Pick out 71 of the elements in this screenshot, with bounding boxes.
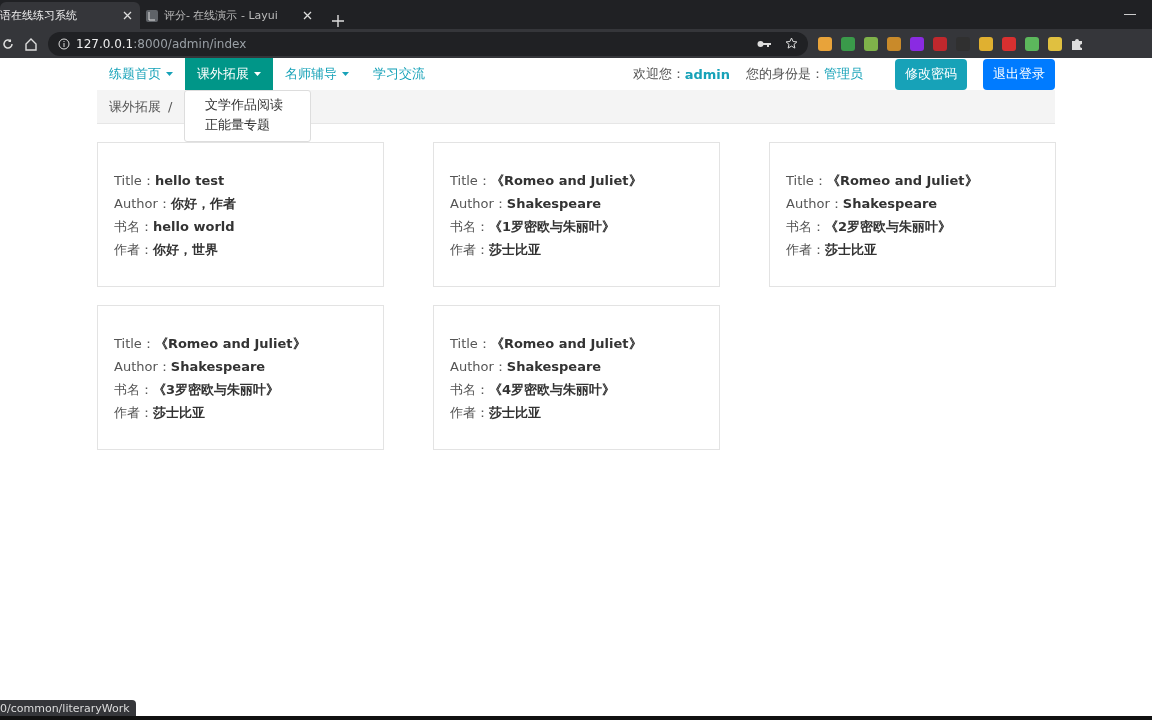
info-icon [58, 37, 70, 50]
extension-icon[interactable] [887, 36, 901, 51]
field-value: 莎士比亚 [489, 404, 541, 421]
field-value: Shakespeare [506, 195, 602, 212]
field-label: 书名： [450, 218, 489, 235]
field-label: 作者： [114, 404, 153, 421]
field-value: 《Romeo and Juliet》 [490, 172, 642, 189]
home-icon[interactable] [24, 36, 38, 51]
close-icon[interactable] [123, 11, 132, 20]
user-name: admin [684, 66, 730, 82]
menu-item[interactable]: 文学作品阅读 [205, 96, 310, 114]
field-value: 《Romeo and Juliet》 [826, 172, 978, 189]
field-label: 作者： [450, 241, 489, 258]
field-value: 莎士比亚 [825, 241, 877, 258]
field-value: 莎士比亚 [489, 241, 541, 258]
field-value: Shakespeare [170, 358, 266, 375]
field-label: Title： [450, 335, 491, 352]
field-value: 《Romeo and Juliet》 [154, 335, 306, 352]
field-label: 书名： [114, 218, 153, 235]
field-value: Shakespeare [506, 358, 602, 375]
breadcrumb-item[interactable]: 课外拓展 [109, 97, 161, 116]
field-label: Author： [450, 358, 507, 375]
extension-icon[interactable] [1048, 36, 1062, 51]
extension-icon[interactable] [864, 36, 878, 51]
field-value: 《Romeo and Juliet》 [490, 335, 642, 352]
field-label: Author： [114, 358, 171, 375]
puzzle-icon[interactable] [1071, 37, 1084, 50]
field-label: 书名： [786, 218, 825, 235]
extension-icon[interactable] [818, 36, 832, 51]
field-label: Author： [114, 195, 171, 212]
field-value: hello world [153, 218, 235, 235]
extension-icon[interactable] [1025, 36, 1039, 51]
field-value: 莎士比亚 [153, 404, 205, 421]
browser-tab[interactable]: 语在线练习系统 [0, 2, 140, 29]
welcome-label: 欢迎您： [632, 65, 685, 83]
field-value: hello test [154, 172, 225, 189]
field-value: 《2罗密欧与朱丽叶》 [825, 218, 952, 235]
star-icon[interactable] [785, 37, 798, 50]
field-value: 你好，世界 [153, 241, 218, 258]
field-label: 书名： [450, 381, 489, 398]
field-label: 作者： [786, 241, 825, 258]
field-label: Title： [786, 172, 827, 189]
logout-button[interactable]: 退出登录 [983, 58, 1055, 90]
nav-item[interactable]: 课外拓展 [185, 58, 273, 90]
browser-tab[interactable]: 评分- 在线演示 - Layui [140, 2, 320, 29]
extension-icon[interactable] [979, 36, 993, 51]
close-icon[interactable] [303, 11, 312, 20]
field-value: 《3罗密欧与朱丽叶》 [153, 381, 280, 398]
key-icon[interactable] [757, 38, 771, 49]
field-label: 作者： [450, 404, 489, 421]
field-label: Author： [450, 195, 507, 212]
reload-icon[interactable] [2, 37, 14, 50]
extension-icon[interactable] [841, 36, 855, 51]
field-label: Title： [114, 335, 155, 352]
field-label: Title： [114, 172, 155, 189]
role-name: 管理员 [824, 65, 863, 83]
role-label: 您的身份是： [746, 65, 824, 83]
page-icon [146, 9, 158, 22]
breadcrumb-separator: / [168, 99, 173, 114]
field-value: Shakespeare [842, 195, 938, 212]
new-tab-icon[interactable] [332, 15, 344, 27]
field-label: Title： [450, 172, 491, 189]
status-url: 0/common/literaryWork [0, 700, 136, 716]
field-value: 《1罗密欧与朱丽叶》 [489, 218, 616, 235]
field-value: 《4罗密欧与朱丽叶》 [489, 381, 616, 398]
field-label: 作者： [114, 241, 153, 258]
field-value: 你好，作者 [170, 195, 236, 212]
field-label: 书名： [114, 381, 153, 398]
field-label: Author： [786, 195, 843, 212]
menu-item[interactable]: 正能量专题 [205, 116, 310, 134]
address-field[interactable]: 127.0.0.1:8000/admin/index [48, 31, 808, 56]
